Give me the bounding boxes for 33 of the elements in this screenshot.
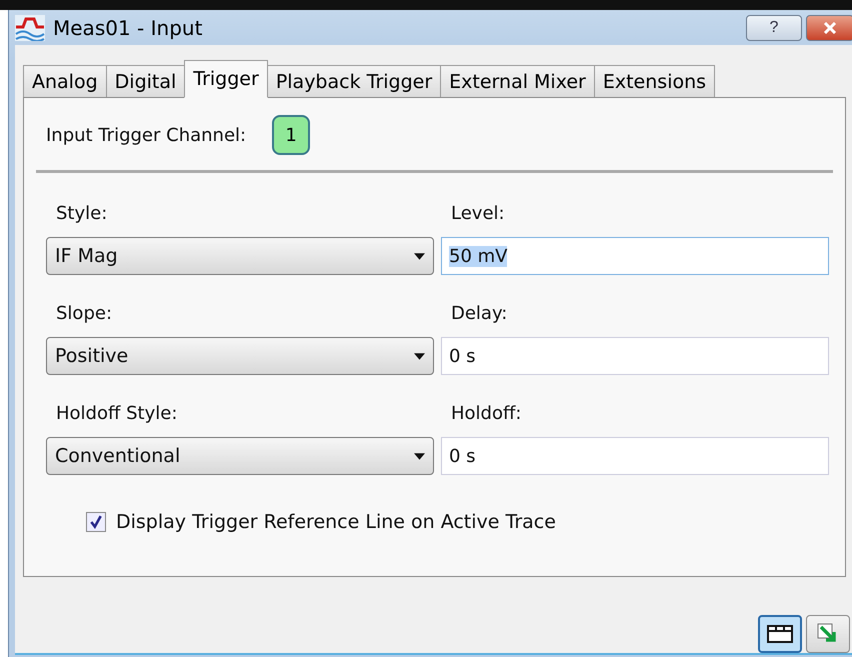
field-label: Holdoff Style: <box>55 403 178 426</box>
caret-icon <box>414 452 425 460</box>
field-label: Slope: <box>55 303 114 326</box>
field-label: Delay: <box>450 303 508 326</box>
tab[interactable]: Analog <box>23 65 107 97</box>
window-title: Meas01 - Input <box>53 16 202 40</box>
close-icon <box>823 22 837 34</box>
dropdown[interactable]: Positive <box>46 337 434 375</box>
help-button[interactable]: ? <box>746 14 802 40</box>
channel-button[interactable]: 1 <box>272 115 310 155</box>
waveform-icon <box>15 14 45 40</box>
input-field[interactable]: 50 mV <box>441 237 829 275</box>
export-button[interactable] <box>806 615 850 653</box>
caret-icon <box>414 252 425 260</box>
field-label: Holdoff: <box>450 403 522 426</box>
input-field[interactable]: 0 s <box>441 437 829 475</box>
tab[interactable]: Playback Trigger <box>266 65 442 97</box>
channel-label: Input Trigger Channel: <box>46 124 246 146</box>
dropdown[interactable]: IF Mag <box>46 237 434 275</box>
checkbox-label: Display Trigger Reference Line on Active Trace <box>116 511 556 533</box>
tab[interactable]: Digital <box>106 65 186 97</box>
window-button[interactable] <box>758 615 802 653</box>
dropdown[interactable]: Conventional <box>46 437 434 475</box>
close-button[interactable] <box>806 14 852 40</box>
tab[interactable]: Extensions <box>594 65 716 97</box>
tab[interactable]: External Mixer <box>440 65 595 97</box>
field-label: Style: <box>55 203 108 226</box>
input-field[interactable]: 0 s <box>441 337 829 375</box>
tab[interactable]: Trigger <box>184 60 268 98</box>
window-icon <box>767 624 793 644</box>
checkbox[interactable] <box>86 512 106 532</box>
field-label: Level: <box>450 203 506 226</box>
caret-icon <box>414 352 425 360</box>
